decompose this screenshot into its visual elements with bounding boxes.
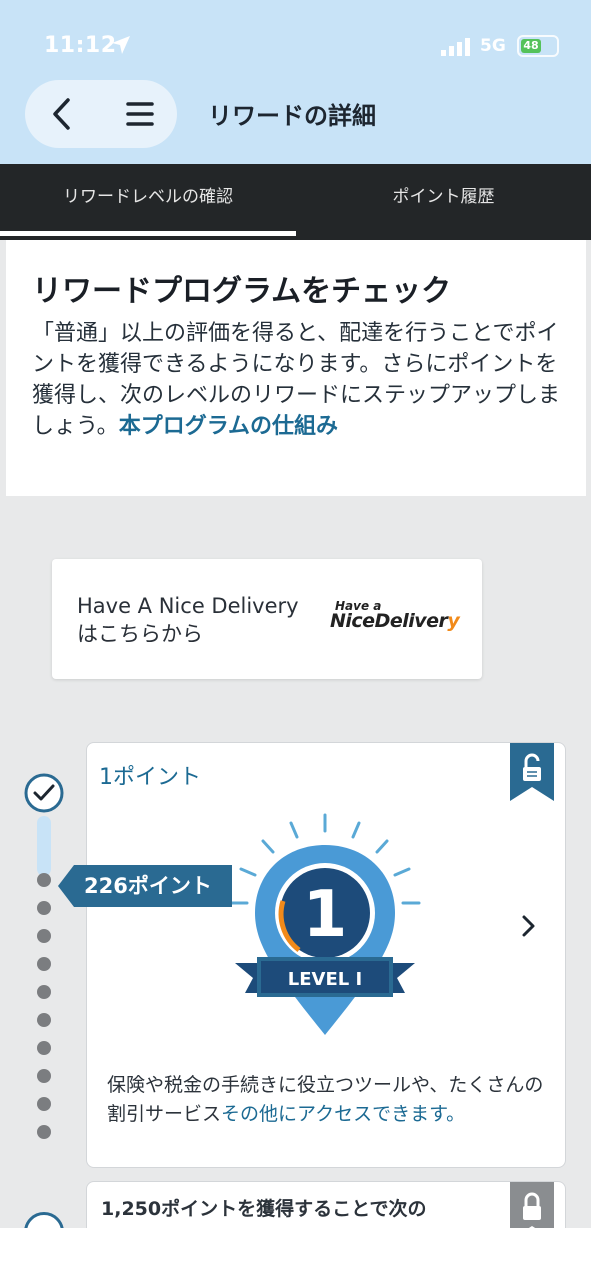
page-title: リワードの詳細 — [208, 102, 376, 130]
intro-card: リワードプログラムをチェック 「普通」以上の評価を得ると、配達を行うことでポイン… — [6, 240, 586, 496]
timeline-dot — [37, 1041, 51, 1055]
network-type: 5G — [480, 36, 506, 56]
level-2-card[interactable]: 1,250ポイントを獲得することで次の — [86, 1181, 566, 1228]
have-nice-delivery-text: Have A Nice Delivery はこちらから — [77, 592, 299, 648]
tab-selected-indicator — [0, 231, 296, 236]
current-points-value: 226ポイント — [74, 865, 232, 907]
timeline-dot — [37, 873, 51, 887]
level-1-badge-icon: 1 LEVEL I — [229, 813, 421, 1035]
chevron-right-icon[interactable] — [515, 913, 541, 939]
nice-delivery-logo: NiceDelivery — [330, 610, 460, 632]
level-completed-check-icon — [24, 773, 64, 813]
have-nice-delivery-line1: Have A Nice Delivery — [77, 594, 299, 618]
have-nice-delivery-line2: はこちらから — [77, 622, 203, 646]
program-details-link[interactable]: 本プログラムの仕組み — [119, 414, 338, 439]
location-arrow-icon — [112, 36, 130, 54]
level-benefits-link[interactable]: その他にアクセスできます。 — [221, 1103, 465, 1125]
timeline-dot — [37, 929, 51, 943]
level-1-card[interactable]: 1ポイント 1 LEVEL I 保険や税金の手続きに役立つツールや、たくさんの割… — [86, 742, 566, 1168]
intro-body: 「普通」以上の評価を得ると、配達を行うことでポイントを獲得できるようになります。… — [32, 318, 564, 442]
timeline-dot — [37, 1013, 51, 1027]
level-label: LEVEL I — [288, 969, 362, 990]
timeline-dot — [37, 1125, 51, 1139]
battery-icon: 48 — [517, 35, 559, 57]
timeline-dot — [37, 901, 51, 915]
level-description: 保険や税金の手続きに役立つツールや、たくさんの割引サービスその他にアクセスできま… — [107, 1071, 555, 1129]
battery-level: 48 — [521, 39, 541, 53]
level-pending-circle-icon — [24, 1212, 64, 1228]
content-area: リワードプログラムをチェック 「普通」以上の評価を得ると、配達を行うことでポイン… — [0, 240, 591, 1228]
tab-point-history[interactable]: ポイント履歴 — [296, 164, 591, 240]
timeline-dot — [37, 1097, 51, 1111]
timeline-dot — [37, 957, 51, 971]
bottom-safe-area — [0, 1228, 591, 1280]
unlocked-bookmark-icon — [510, 743, 554, 801]
points-tag-pointer — [58, 865, 74, 907]
back-arrow-icon[interactable] — [43, 94, 83, 134]
status-time: 11:12 — [44, 33, 117, 58]
tab-bar: リワードレベルの確認 ポイント履歴 — [0, 164, 591, 240]
signal-icon — [441, 38, 470, 56]
nav-pill — [25, 80, 177, 148]
nice-delivery-logo-main: NiceDeliver — [330, 610, 448, 632]
have-nice-delivery-card[interactable]: Have A Nice Delivery はこちらから Have a NiceD… — [52, 559, 482, 679]
level-points-required: 1ポイント — [99, 765, 201, 790]
intro-title: リワードプログラムをチェック — [32, 274, 452, 309]
next-level-text: 1,250ポイントを獲得することで次の — [101, 1198, 427, 1220]
hamburger-menu-icon[interactable] — [121, 94, 161, 134]
timeline-dot — [37, 985, 51, 999]
timeline-dot — [37, 1069, 51, 1083]
progress-bar — [37, 816, 51, 876]
tab-reward-level[interactable]: リワードレベルの確認 — [0, 164, 296, 240]
level-number: 1 — [303, 878, 348, 952]
nice-delivery-logo-tail: y — [447, 610, 460, 632]
locked-bookmark-icon — [510, 1182, 554, 1228]
app-header: 11:12 5G 48 リワードの詳細 — [0, 0, 591, 164]
